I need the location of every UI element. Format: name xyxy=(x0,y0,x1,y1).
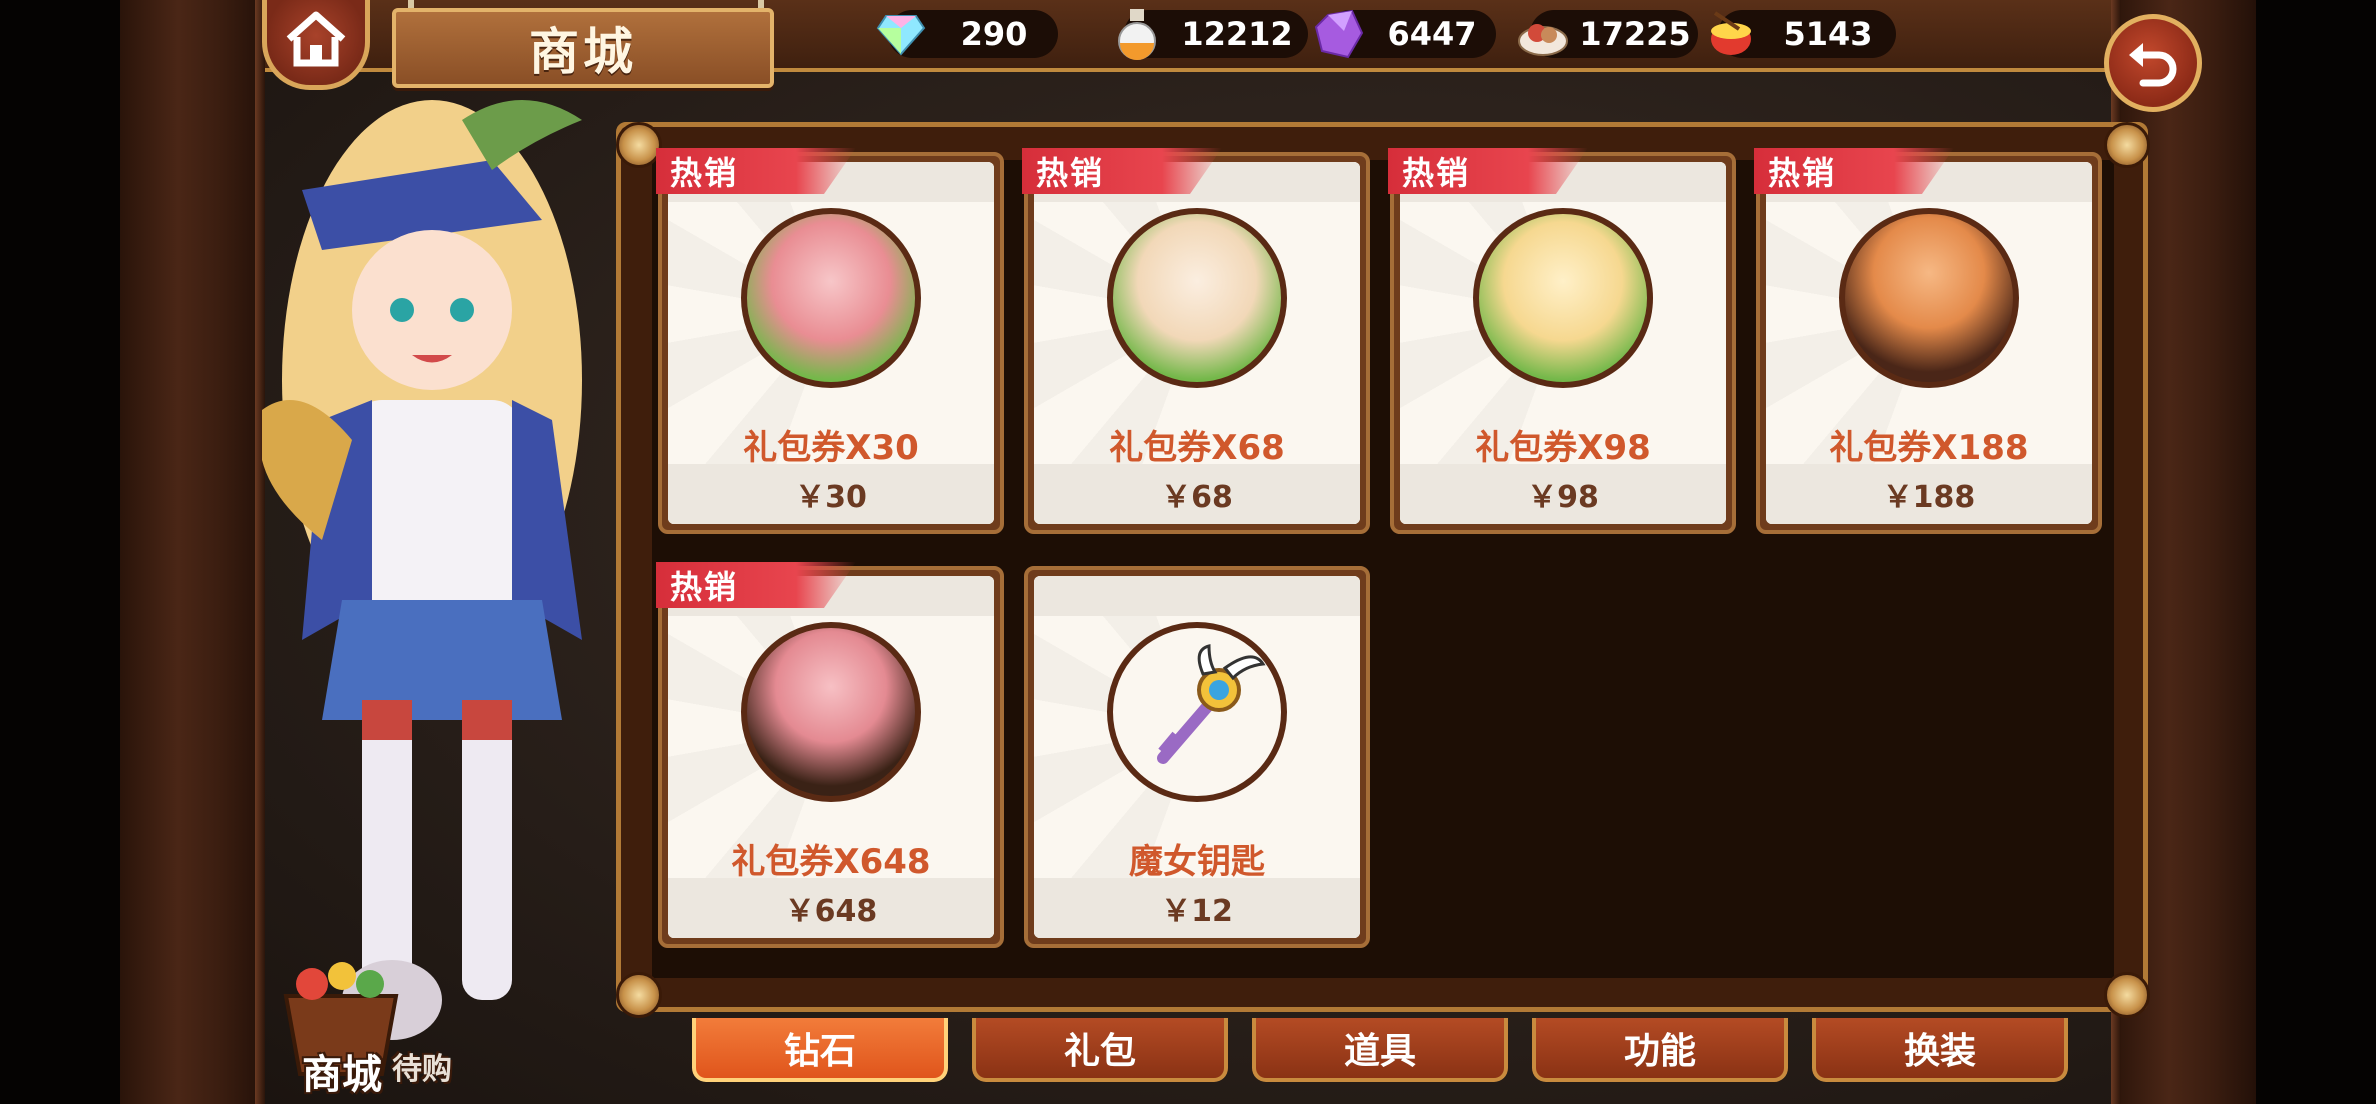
currency-value: 5143 xyxy=(1783,15,1873,53)
item-name: 礼包券X188 xyxy=(1829,428,2029,468)
product-card[interactable]: 魔女钥匙 ￥12 xyxy=(1024,566,1370,948)
price-band: ￥188 xyxy=(1766,464,2092,524)
hot-sale-badge: 热销 xyxy=(656,562,856,608)
potion-icon xyxy=(1108,5,1166,63)
price-band: ￥98 xyxy=(1400,464,1726,524)
left-letterbox xyxy=(0,0,120,1104)
shop-bag-label: 商城 xyxy=(302,1052,382,1098)
item-price: ￥648 xyxy=(784,894,878,929)
product-card[interactable]: 礼包券X648 ￥648 热销 xyxy=(656,562,1004,948)
card-body: 礼包券X648 ￥648 xyxy=(668,576,994,938)
hot-sale-badge: 热销 xyxy=(1388,148,1588,194)
currency-value: 6447 xyxy=(1387,15,1477,53)
item-name: 礼包券X648 xyxy=(731,842,931,882)
witch-key-portrait xyxy=(1107,622,1287,802)
food-icon xyxy=(1514,5,1572,63)
gift-voucher-portrait xyxy=(1473,208,1653,388)
card-body: 魔女钥匙 ￥12 xyxy=(1034,576,1360,938)
card-body: 礼包券X98 ￥98 xyxy=(1400,162,1726,524)
home-icon xyxy=(286,11,346,67)
item-price: ￥30 xyxy=(795,480,867,515)
currency-diamond: 290 xyxy=(876,10,1058,58)
currency-value: 17225 xyxy=(1579,15,1691,53)
tab-items[interactable]: 道具 xyxy=(1252,1018,1508,1082)
page-title-plate: 商城 xyxy=(392,8,774,88)
panel-rivet xyxy=(2104,972,2150,1018)
shop-bag-button[interactable]: 商城 待购 xyxy=(272,940,482,1104)
currency-value: 12212 xyxy=(1181,15,1293,53)
currency-drum: 5143 xyxy=(1711,10,1896,58)
right-letterbox xyxy=(2256,0,2376,1104)
return-arrow-icon xyxy=(2129,43,2177,87)
left-wooden-pillar xyxy=(120,0,265,1104)
hot-sale-badge: 热销 xyxy=(656,148,856,194)
card-body: 礼包券X30 ￥30 xyxy=(668,162,994,524)
panel-rivet xyxy=(616,122,662,168)
home-button[interactable] xyxy=(262,0,370,90)
diamond-icon xyxy=(872,5,930,63)
item-price: ￥98 xyxy=(1527,480,1599,515)
currency-food: 17225 xyxy=(1518,10,1698,58)
card-body: 礼包券X188 ￥188 xyxy=(1766,162,2092,524)
price-band: ￥30 xyxy=(668,464,994,524)
item-price: ￥12 xyxy=(1161,894,1233,929)
gift-voucher-portrait xyxy=(1839,208,2019,388)
card-body: 礼包券X68 ￥68 xyxy=(1034,162,1360,524)
drum-icon xyxy=(1702,5,1760,63)
panel-rivet xyxy=(616,972,662,1018)
item-name: 礼包券X30 xyxy=(743,428,919,468)
tab-gift-pack[interactable]: 礼包 xyxy=(972,1018,1228,1082)
price-band: ￥648 xyxy=(668,878,994,938)
hot-sale-badge: 热销 xyxy=(1754,148,1954,194)
item-name: 礼包券X68 xyxy=(1109,428,1285,468)
product-card[interactable]: 礼包券X188 ￥188 热销 xyxy=(1754,148,2102,534)
item-name: 魔女钥匙 xyxy=(1129,842,1265,882)
product-card[interactable]: 礼包券X30 ￥30 热销 xyxy=(656,148,1004,534)
tab-diamond[interactable]: 钻石 xyxy=(692,1018,948,1082)
gift-voucher-portrait xyxy=(1107,208,1287,388)
price-band: ￥68 xyxy=(1034,464,1360,524)
tab-outfits[interactable]: 换装 xyxy=(1812,1018,2068,1082)
product-card[interactable]: 礼包券X68 ￥68 热销 xyxy=(1022,148,1370,534)
currency-value: 290 xyxy=(960,15,1028,53)
gift-voucher-portrait xyxy=(741,622,921,802)
panel-rivet xyxy=(2104,122,2150,168)
key-icon xyxy=(1157,644,1266,764)
character-illustration xyxy=(262,80,622,1080)
price-band: ￥12 xyxy=(1034,878,1360,938)
hot-sale-badge: 热销 xyxy=(1022,148,1222,194)
gift-voucher-portrait xyxy=(741,208,921,388)
shop-bag-sublabel: 待购 xyxy=(392,1052,452,1087)
page-title: 商城 xyxy=(529,23,637,81)
item-price: ￥68 xyxy=(1161,480,1233,515)
currency-potion: 12212 xyxy=(1118,9,1308,60)
product-card[interactable]: 礼包券X98 ￥98 热销 xyxy=(1388,148,1736,534)
crystal-icon xyxy=(1310,5,1368,63)
item-price: ￥188 xyxy=(1882,480,1976,515)
item-name: 礼包券X98 xyxy=(1475,428,1651,468)
currency-crystal: 6447 xyxy=(1314,9,1496,59)
tab-functions[interactable]: 功能 xyxy=(1532,1018,1788,1082)
back-button[interactable] xyxy=(2104,14,2202,112)
